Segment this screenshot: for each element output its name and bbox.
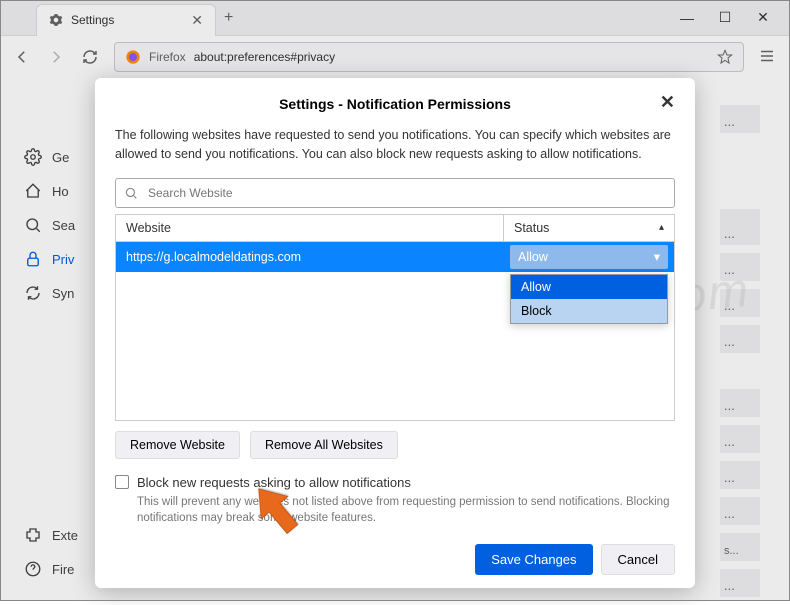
website-url: https://g.localmodeldatings.com [116,250,504,264]
cancel-button[interactable]: Cancel [601,544,675,575]
status-dropdown-menu: Allow Block [510,274,668,324]
column-status[interactable]: Status ▴ [504,215,674,241]
close-icon[interactable]: ✕ [660,92,675,113]
search-website-field[interactable] [115,178,675,208]
table-header: Website Status ▴ [115,214,675,241]
status-dropdown[interactable]: Allow ▾ [510,245,668,269]
chevron-down-icon: ▾ [654,249,660,264]
dialog-description: The following websites have requested to… [115,126,675,164]
dropdown-option-block[interactable]: Block [511,299,667,323]
notification-permissions-dialog: Settings - Notification Permissions ✕ Th… [95,78,695,588]
remove-all-websites-button[interactable]: Remove All Websites [250,431,398,459]
search-input[interactable] [144,182,666,204]
block-requests-label: Block new requests asking to allow notif… [137,475,411,490]
remove-website-button[interactable]: Remove Website [115,431,240,459]
dialog-title: Settings - Notification Permissions ✕ [115,92,675,126]
sort-arrow-icon: ▴ [659,222,664,233]
block-requests-description: This will prevent any websites not liste… [137,494,675,526]
table-row[interactable]: https://g.localmodeldatings.com Allow ▾ [116,242,674,272]
website-table: https://g.localmodeldatings.com Allow ▾ … [115,241,675,421]
block-requests-checkbox[interactable] [115,475,129,489]
save-changes-button[interactable]: Save Changes [475,544,592,575]
dropdown-option-allow[interactable]: Allow [511,275,667,299]
search-icon [124,186,138,200]
column-website[interactable]: Website [116,215,504,241]
